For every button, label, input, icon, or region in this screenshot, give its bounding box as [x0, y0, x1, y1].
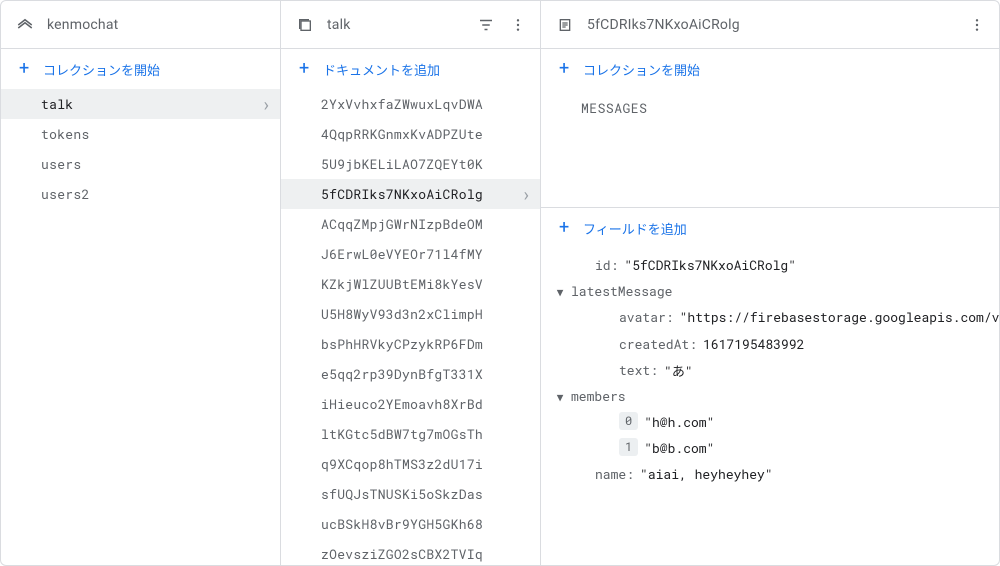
document-item-label: 2YxVvhxfaZWwuxLqvDWA: [321, 95, 532, 113]
collection-item[interactable]: users: [1, 149, 280, 179]
collection-panel: talk + ドキュメントを追加 2YxVvhxfaZWwuxLqvDWA 4Qq…: [281, 1, 541, 565]
document-item[interactable]: J6ErwL0eVYEOr71l4fMY: [281, 239, 540, 269]
collection-item[interactable]: talk›: [1, 89, 280, 119]
document-item[interactable]: 2YxVvhxfaZWwuxLqvDWA: [281, 89, 540, 119]
document-item-label: KZkjWlZUUBtEMi8kYesV: [321, 275, 532, 293]
chevron-right-icon: ›: [261, 92, 272, 116]
project-title: kenmochat: [47, 17, 272, 33]
collection-item-label: users: [41, 155, 272, 173]
project-panel: kenmochat + コレクションを開始 talk› tokens users us…: [1, 1, 281, 565]
document-item[interactable]: 5fCDRIks7NKxoAiCRolg›: [281, 179, 540, 209]
start-collection-label: コレクションを開始: [43, 60, 160, 79]
plus-icon: +: [299, 60, 323, 78]
document-item[interactable]: sfUQJsTNUSKi5oSkzDas: [281, 479, 540, 509]
plus-icon: +: [559, 219, 583, 237]
document-item[interactable]: 5U9jbKELiLAO7ZQEYt0K: [281, 149, 540, 179]
field-id[interactable]: id: "5fCDRIks7NKxoAiCRolg": [549, 252, 999, 278]
document-item-label: 5fCDRIks7NKxoAiCRolg: [321, 185, 517, 203]
subcollection-item[interactable]: MESSAGES: [541, 89, 999, 127]
field-text[interactable]: text: "あ": [549, 357, 999, 383]
collection-item[interactable]: tokens: [1, 119, 280, 149]
document-item-label: U5H8WyV93d3n2xClimpH: [321, 305, 532, 323]
document-item[interactable]: zOevsziZGO2sCBX2TVIq: [281, 539, 540, 565]
document-item-label: ltKGtc5dBW7tg7mOGsTh: [321, 425, 532, 443]
plus-icon: +: [19, 60, 43, 78]
document-panel: 5fCDRIks7NKxoAiCRolg + コレクションを開始 MESSAGE…: [541, 1, 999, 565]
add-document-label: ドキュメントを追加: [323, 60, 440, 79]
firestore-container: kenmochat + コレクションを開始 talk›tokensusersus…: [0, 0, 1000, 566]
document-item[interactable]: ACqqZMpjGWrNIzpBdeOM: [281, 209, 540, 239]
document-item-label: e5qq2rp39DynBfgT331X: [321, 365, 532, 383]
field-member-0[interactable]: 0 "h@h.com": [549, 409, 999, 435]
add-field-label: フィールドを追加: [583, 219, 687, 238]
document-item-label: iHieuco2YEmoavh8XrBd: [321, 395, 532, 413]
document-item-label: ACqqZMpjGWrNIzpBdeOM: [321, 215, 532, 233]
collection-item-label: talk: [41, 95, 257, 113]
collection-title: talk: [327, 17, 472, 33]
expand-arrow-icon[interactable]: ▼: [549, 281, 571, 299]
document-item[interactable]: 4QqpRRKGnmxKvADPZUte: [281, 119, 540, 149]
document-item[interactable]: q9XCqop8hTMS3z2dU17i: [281, 449, 540, 479]
field-avatar[interactable]: avatar: "https://firebasestorage.googlea…: [549, 304, 999, 331]
document-item-label: bsPhHRVkyCPzykRP6FDm: [321, 335, 532, 353]
document-item[interactable]: KZkjWlZUUBtEMi8kYesV: [281, 269, 540, 299]
collection-item-label: tokens: [41, 125, 272, 143]
field-latestmessage[interactable]: ▼ latestMessage: [549, 278, 999, 304]
document-header-actions: [963, 11, 991, 39]
document-title: 5fCDRIks7NKxoAiCRolg: [587, 17, 963, 33]
collection-icon: [295, 15, 315, 35]
field-members[interactable]: ▼ members: [549, 383, 999, 409]
document-icon: [555, 15, 575, 35]
collection-item[interactable]: users2: [1, 179, 280, 209]
collection-item-label: users2: [41, 185, 272, 203]
menu-icon[interactable]: [963, 11, 991, 39]
document-item[interactable]: bsPhHRVkyCPzykRP6FDm: [281, 329, 540, 359]
add-document-button[interactable]: + ドキュメントを追加: [281, 49, 540, 89]
document-item-label: J6ErwL0eVYEOr71l4fMY: [321, 245, 532, 263]
document-item-label: ucBSkH8vBr9YGH5GKh68: [321, 515, 532, 533]
document-item-label: sfUQJsTNUSKi5oSkzDas: [321, 485, 532, 503]
document-item-label: zOevsziZGO2sCBX2TVIq: [321, 545, 532, 563]
spacer: [541, 127, 999, 207]
document-item[interactable]: ucBSkH8vBr9YGH5GKh68: [281, 509, 540, 539]
document-item-label: 4QqpRRKGnmxKvADPZUte: [321, 125, 532, 143]
collection-list: talk› tokens users users2: [1, 89, 280, 565]
field-scroll-area[interactable]: id: "5fCDRIks7NKxoAiCRolg" ▼ latestMessa…: [541, 248, 999, 565]
document-list[interactable]: 2YxVvhxfaZWwuxLqvDWA 4QqpRRKGnmxKvADPZUte…: [281, 89, 540, 565]
home-icon: [15, 15, 35, 35]
menu-icon[interactable]: [504, 11, 532, 39]
start-collection-button[interactable]: + コレクションを開始: [1, 49, 280, 89]
document-item[interactable]: iHieuco2YEmoavh8XrBd: [281, 389, 540, 419]
document-item-label: q9XCqop8hTMS3z2dU17i: [321, 455, 532, 473]
plus-icon: +: [559, 60, 583, 78]
chevron-right-icon: ›: [521, 182, 532, 206]
field-member-1[interactable]: 1 "b@b.com": [549, 435, 999, 461]
collection-header-actions: [472, 11, 532, 39]
field-name[interactable]: name: "aiai, heyheyhey": [549, 461, 999, 487]
filter-icon[interactable]: [472, 11, 500, 39]
document-item[interactable]: U5H8WyV93d3n2xClimpH: [281, 299, 540, 329]
collection-header: talk: [281, 1, 540, 49]
expand-arrow-icon[interactable]: ▼: [549, 386, 571, 404]
start-collection-button[interactable]: + コレクションを開始: [541, 49, 999, 89]
document-item-label: 5U9jbKELiLAO7ZQEYt0K: [321, 155, 532, 173]
field-createdat[interactable]: createdAt: 1617195483992: [549, 331, 999, 357]
document-item[interactable]: e5qq2rp39DynBfgT331X: [281, 359, 540, 389]
project-header: kenmochat: [1, 1, 280, 49]
document-item[interactable]: ltKGtc5dBW7tg7mOGsTh: [281, 419, 540, 449]
field-list: id: "5fCDRIks7NKxoAiCRolg" ▼ latestMessa…: [541, 248, 999, 495]
document-header: 5fCDRIks7NKxoAiCRolg: [541, 1, 999, 49]
add-field-button[interactable]: + フィールドを追加: [541, 208, 999, 248]
start-collection-label: コレクションを開始: [583, 60, 700, 79]
